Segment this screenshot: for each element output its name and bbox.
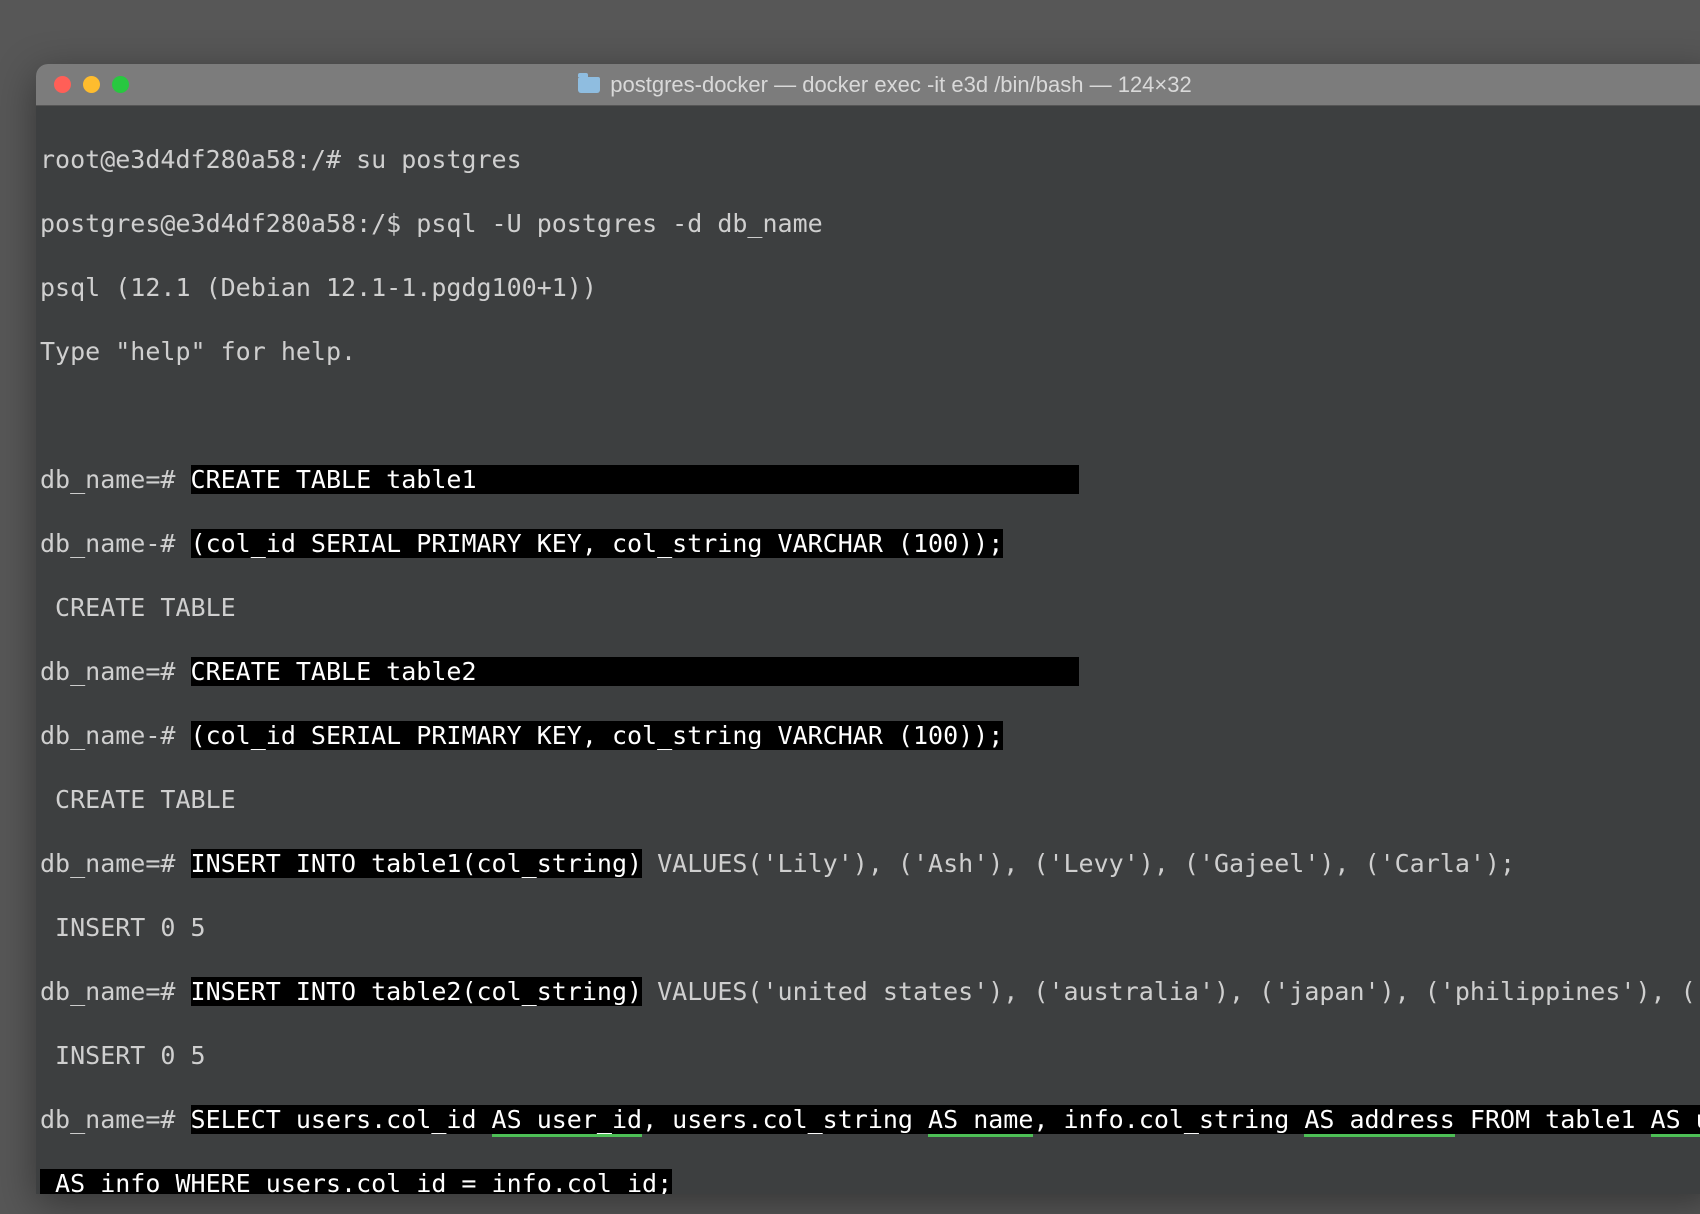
sql-highlight: INSERT INTO table2(col_string): [191, 977, 643, 1006]
terminal-body[interactable]: root@e3d4df280a58:/# su postgres postgre…: [36, 106, 1700, 1194]
sql-highlight: INSERT INTO table1(col_string): [191, 849, 643, 878]
output-line: CREATE TABLE: [40, 785, 236, 814]
sql-rest: VALUES('united states'), ('australia'), …: [642, 977, 1700, 1006]
sql-highlight: (col_id SERIAL PRIMARY KEY, col_string V…: [191, 721, 1004, 750]
folder-icon: [578, 77, 600, 93]
output-line: INSERT 0 5: [40, 913, 206, 942]
sql-select: SELECT users.col_id AS user_id, users.co…: [191, 1105, 1700, 1134]
output-line: INSERT 0 5: [40, 1041, 206, 1070]
prompt: db_name=#: [40, 465, 191, 494]
prompt: postgres@e3d4df280a58:/$: [40, 209, 416, 238]
prompt: db_name-#: [40, 529, 191, 558]
window-controls: [54, 76, 129, 93]
zoom-icon[interactable]: [112, 76, 129, 93]
command: psql -U postgres -d db_name: [416, 209, 822, 238]
sql-rest: VALUES('Lily'), ('Ash'), ('Levy'), ('Gaj…: [642, 849, 1515, 878]
window-title: postgres-docker — docker exec -it e3d /b…: [610, 72, 1192, 98]
output-line: Type "help" for help.: [40, 337, 356, 366]
titlebar[interactable]: postgres-docker — docker exec -it e3d /b…: [36, 64, 1700, 106]
output-line: CREATE TABLE: [40, 593, 236, 622]
output-line: psql (12.1 (Debian 12.1-1.pgdg100+1)): [40, 273, 597, 302]
command: su postgres: [356, 145, 522, 174]
prompt: db_name-#: [40, 721, 191, 750]
minimize-icon[interactable]: [83, 76, 100, 93]
prompt: db_name=#: [40, 849, 191, 878]
prompt: db_name=#: [40, 977, 191, 1006]
window-title-group: postgres-docker — docker exec -it e3d /b…: [141, 72, 1629, 98]
sql-highlight: CREATE TABLE table2: [191, 657, 477, 686]
prompt: db_name=#: [40, 1105, 191, 1134]
sql-select-cont: AS info WHERE users.col_id = info.col_id…: [40, 1169, 672, 1194]
prompt: root@e3d4df280a58:/#: [40, 145, 356, 174]
close-icon[interactable]: [54, 76, 71, 93]
terminal-window: postgres-docker — docker exec -it e3d /b…: [36, 64, 1700, 1194]
sql-highlight: (col_id SERIAL PRIMARY KEY, col_string V…: [191, 529, 1004, 558]
sql-highlight: CREATE TABLE table1: [191, 465, 477, 494]
prompt: db_name=#: [40, 657, 191, 686]
